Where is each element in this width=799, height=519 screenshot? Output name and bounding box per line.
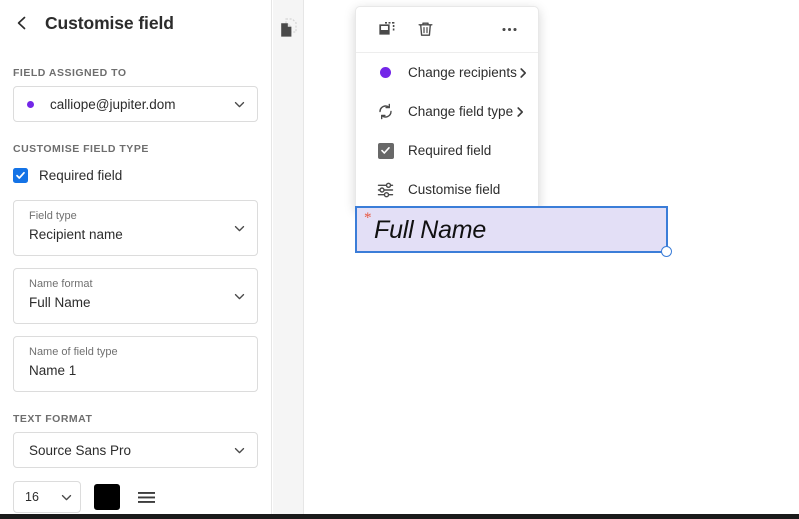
page-thumbnail-rail (273, 0, 304, 514)
name-format-value: Full Name (29, 295, 91, 310)
menu-item-label: Required field (408, 143, 492, 158)
assignee-value: calliope@jupiter.dom (50, 96, 176, 112)
menu-item-label: Customise field (408, 182, 501, 197)
customise-field-type-label: CUSTOMISE FIELD TYPE (13, 143, 149, 155)
application-window: Customise field FIELD ASSIGNED TO callio… (0, 0, 799, 519)
chevron-right-icon (517, 66, 530, 79)
more-options-icon (501, 27, 517, 32)
font-family-value: Source Sans Pro (29, 442, 132, 458)
name-of-field-type-value: Name 1 (29, 363, 77, 378)
duplicate-field-button[interactable] (376, 19, 398, 41)
duplicate-pages-icon[interactable] (280, 18, 299, 38)
chevron-right-icon (513, 105, 526, 118)
menu-item-required-field[interactable]: Required field (356, 131, 538, 170)
sync-arrows-icon (376, 102, 395, 121)
back-button[interactable] (13, 14, 31, 32)
trash-icon (418, 22, 432, 36)
name-of-field-type-input[interactable]: Name of field type Name 1 (13, 336, 258, 392)
required-field-checkbox-row[interactable]: Required field (0, 162, 271, 188)
chevron-left-icon (17, 16, 26, 30)
chevron-down-icon (232, 97, 246, 111)
chevron-down-icon (232, 221, 246, 235)
chevron-down-icon (232, 289, 246, 303)
assignee-dropdown[interactable]: calliope@jupiter.dom (13, 86, 258, 122)
menu-item-change-recipients[interactable]: Change recipients (356, 53, 538, 92)
name-format-label: Name format (29, 278, 93, 290)
name-format-dropdown[interactable]: Name format Full Name (13, 268, 258, 324)
panel-header: Customise field (0, 0, 271, 46)
field-type-label: Field type (29, 210, 77, 222)
form-field-widget[interactable]: * Full Name (355, 206, 672, 257)
field-type-value: Recipient name (29, 227, 123, 242)
menu-item-no-arrow (511, 144, 524, 157)
field-type-dropdown[interactable]: Field type Recipient name (13, 200, 258, 256)
chevron-down-icon (59, 490, 73, 504)
recipient-dot-icon (376, 63, 395, 82)
delete-field-button[interactable] (414, 19, 436, 41)
context-menu-toolbar (356, 7, 538, 53)
font-size-value: 16 (25, 490, 39, 504)
duplicate-field-icon (378, 22, 394, 35)
font-size-dropdown[interactable]: 16 (13, 481, 81, 513)
more-options-button[interactable] (498, 19, 520, 41)
menu-item-change-field-type[interactable]: Change field type (356, 92, 538, 131)
font-color-swatch[interactable] (94, 484, 120, 510)
recipient-dot-icon (27, 100, 34, 108)
text-align-icon[interactable] (135, 486, 157, 508)
required-field-label: Required field (39, 167, 123, 183)
menu-item-no-arrow (511, 183, 524, 196)
page-title: Customise field (45, 12, 174, 33)
text-format-controls: 16 (13, 481, 258, 513)
required-marker: * (364, 210, 372, 226)
checkbox-checked-icon[interactable] (13, 167, 28, 183)
checkbox-checked-icon (376, 141, 395, 160)
text-format-label: TEXT FORMAT (13, 413, 93, 425)
menu-item-label: Change recipients (408, 65, 517, 80)
resize-handle[interactable] (661, 246, 672, 257)
field-placeholder-text: Full Name (374, 216, 487, 244)
menu-item-label: Change field type (408, 104, 514, 119)
font-family-dropdown[interactable]: Source Sans Pro (13, 432, 258, 468)
customise-field-sidebar: Customise field FIELD ASSIGNED TO callio… (0, 0, 272, 514)
sliders-icon (376, 180, 395, 199)
field-context-menu: Change recipients Change field type Requ… (355, 6, 539, 210)
name-of-field-type-label: Name of field type (29, 346, 118, 358)
menu-item-customise-field[interactable]: Customise field (356, 170, 538, 209)
field-assigned-to-label: FIELD ASSIGNED TO (13, 67, 127, 79)
document-canvas[interactable]: Change recipients Change field type Requ… (305, 0, 799, 509)
chevron-down-icon (232, 443, 246, 457)
